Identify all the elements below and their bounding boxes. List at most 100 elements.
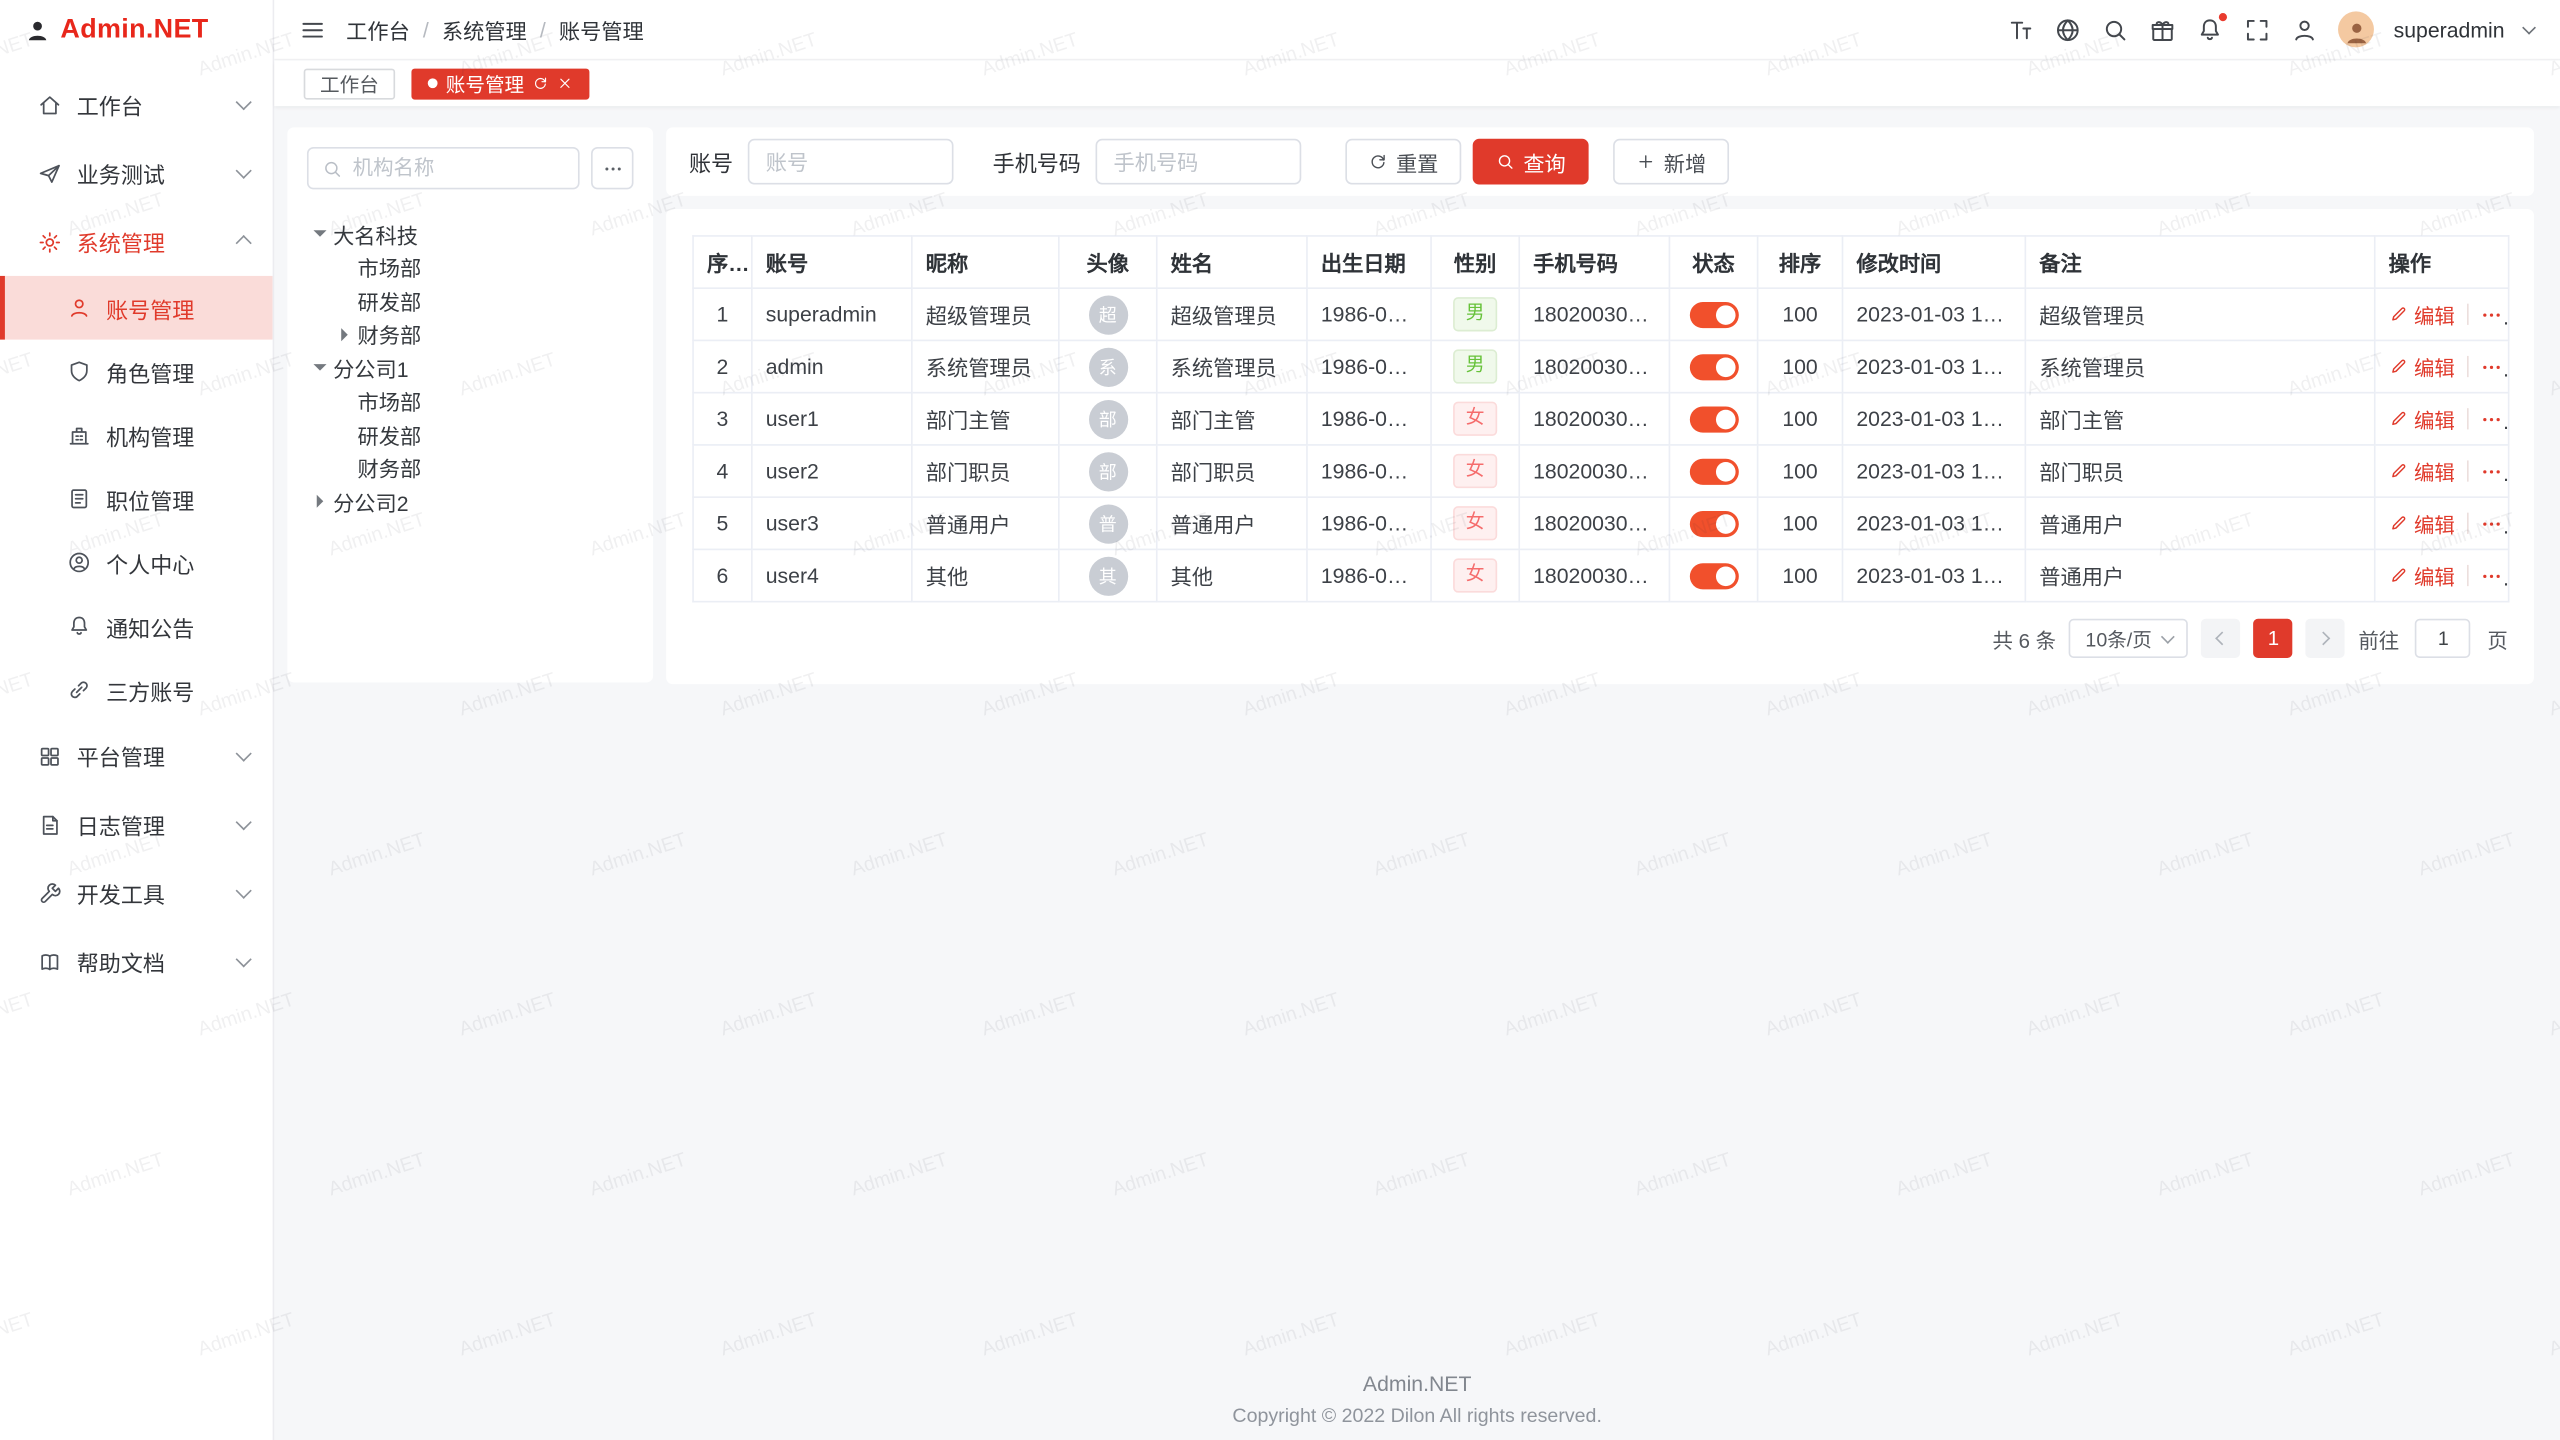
sidebar-item-personal-center[interactable]: 个人中心: [0, 531, 273, 595]
status-toggle[interactable]: [1689, 511, 1738, 537]
cell-nickname: 超级管理员: [912, 288, 1059, 340]
chevron-up-icon: [235, 237, 250, 252]
tree-node[interactable]: 市场部: [307, 385, 634, 418]
fullscreen-icon[interactable]: [2243, 16, 2271, 44]
tree-node[interactable]: 研发部: [307, 418, 634, 451]
account-input[interactable]: [748, 139, 954, 185]
global-search-icon[interactable]: [2101, 16, 2129, 44]
tab-account-management[interactable]: 账号管理: [411, 68, 589, 99]
user-avatar[interactable]: [2338, 11, 2374, 47]
sidebar-item-org-management[interactable]: 机构管理: [0, 403, 273, 467]
edit-button[interactable]: 编辑: [2389, 351, 2455, 382]
cell-name: 部门职员: [1157, 445, 1307, 497]
tree-node-label: 大名科技: [333, 218, 418, 249]
cell-phone: 18020030720: [1519, 288, 1669, 340]
goto-page-input[interactable]: [2416, 619, 2472, 658]
more-actions-button[interactable]: [2479, 512, 2502, 535]
cell-order: 100: [1758, 549, 1843, 601]
breadcrumb-item[interactable]: 账号管理: [559, 14, 644, 45]
caret-down-icon[interactable]: [313, 231, 326, 238]
close-icon[interactable]: [557, 75, 573, 91]
add-button[interactable]: 新增: [1613, 139, 1729, 185]
sidebar-item-position-management[interactable]: 职位管理: [0, 467, 273, 531]
edit-button[interactable]: 编辑: [2389, 403, 2455, 434]
sidebar-item-third-party-account[interactable]: 三方账号: [0, 658, 273, 722]
search-button[interactable]: 查询: [1473, 139, 1589, 185]
cell-status: [1669, 393, 1757, 445]
username[interactable]: superadmin: [2394, 17, 2505, 41]
cell-status: [1669, 340, 1757, 392]
breadcrumb-item[interactable]: 系统管理: [442, 14, 527, 45]
gender-badge: 男: [1453, 349, 1498, 384]
phone-input[interactable]: [1096, 139, 1302, 185]
sidebar-item-notice-announcement[interactable]: 通知公告: [0, 594, 273, 658]
tree-node[interactable]: 财务部: [307, 451, 634, 484]
status-toggle[interactable]: [1689, 302, 1738, 328]
table-header-row: 序号账号昵称头像姓名出生日期性别手机号码状态排序修改时间备注操作: [693, 236, 2509, 288]
cell-nickname: 普通用户: [912, 497, 1059, 549]
row-actions: 编辑: [2389, 560, 2502, 591]
tab-workbench[interactable]: 工作台: [304, 68, 395, 99]
status-toggle[interactable]: [1689, 354, 1738, 380]
more-actions-button[interactable]: [2479, 303, 2502, 326]
tree-node[interactable]: 研发部: [307, 284, 634, 317]
tree-node[interactable]: 分公司1: [307, 351, 634, 384]
reset-button[interactable]: 重置: [1345, 139, 1461, 185]
link-icon: [67, 678, 91, 702]
status-toggle[interactable]: [1689, 406, 1738, 432]
sidebar-item-workbench[interactable]: 工作台: [0, 70, 273, 139]
sidebar-item-account-management[interactable]: 账号管理: [0, 276, 273, 340]
sidebar-item-role-management[interactable]: 角色管理: [0, 340, 273, 404]
home-icon: [38, 92, 62, 116]
sidebar-item-platform-management[interactable]: 平台管理: [0, 722, 273, 791]
more-actions-button[interactable]: [2479, 460, 2502, 483]
column-header-phone: 手机号码: [1519, 236, 1669, 288]
column-header-account: 账号: [752, 236, 912, 288]
tree-node[interactable]: 大名科技: [307, 217, 634, 250]
page-size-select[interactable]: 10条/页: [2069, 619, 2188, 658]
cell-actions: 编辑: [2375, 497, 2509, 549]
more-options-button[interactable]: [591, 147, 633, 189]
breadcrumb-item[interactable]: 工作台: [346, 14, 410, 45]
more-actions-button[interactable]: [2479, 407, 2502, 430]
status-toggle[interactable]: [1689, 563, 1738, 589]
refresh-icon[interactable]: [532, 75, 548, 91]
edit-button[interactable]: 编辑: [2389, 456, 2455, 487]
sidebar-item-dev-tools[interactable]: 开发工具: [0, 859, 273, 928]
sidebar-item-help-docs[interactable]: 帮助文档: [0, 927, 273, 996]
edit-button[interactable]: 编辑: [2389, 508, 2455, 539]
logo-text: Admin.NET: [60, 15, 208, 46]
role-icon: [67, 359, 91, 383]
cell-account: user4: [752, 549, 912, 601]
tree-node[interactable]: 市场部: [307, 251, 634, 284]
row-avatar: 超: [1088, 295, 1127, 334]
language-icon[interactable]: [2054, 16, 2082, 44]
cell-phone: 18020030720: [1519, 340, 1669, 392]
caret-right-icon[interactable]: [341, 328, 348, 341]
menu-collapse-icon[interactable]: [299, 16, 327, 44]
sidebar-item-system-management[interactable]: 系统管理: [0, 207, 273, 276]
tree-node[interactable]: 财务部: [307, 318, 634, 351]
org-search-input[interactable]: [353, 157, 565, 180]
prev-page-button[interactable]: [2202, 619, 2241, 658]
tree-node-label: 研发部: [358, 285, 422, 316]
sidebar-item-business-test[interactable]: 业务测试: [0, 139, 273, 208]
logo[interactable]: Admin.NET: [0, 0, 273, 60]
page-1-button[interactable]: 1: [2254, 619, 2293, 658]
font-size-icon[interactable]: [2007, 16, 2035, 44]
edit-button[interactable]: 编辑: [2389, 560, 2455, 591]
user-panel-icon[interactable]: [2291, 16, 2319, 44]
cell-phone: 18020030720: [1519, 393, 1669, 445]
status-toggle[interactable]: [1689, 458, 1738, 484]
edit-button[interactable]: 编辑: [2389, 299, 2455, 330]
more-actions-button[interactable]: [2479, 564, 2502, 587]
caret-right-icon[interactable]: [317, 495, 324, 508]
caret-down-icon[interactable]: [313, 365, 326, 372]
next-page-button[interactable]: [2306, 619, 2345, 658]
sidebar-item-log-management[interactable]: 日志管理: [0, 790, 273, 859]
cell-modified: 2023-01-03 10:59:44: [1843, 549, 2026, 601]
theme-icon[interactable]: [2149, 16, 2177, 44]
notification-bell-icon[interactable]: [2196, 16, 2224, 44]
tree-node[interactable]: 分公司2: [307, 485, 634, 518]
more-actions-button[interactable]: [2479, 355, 2502, 378]
